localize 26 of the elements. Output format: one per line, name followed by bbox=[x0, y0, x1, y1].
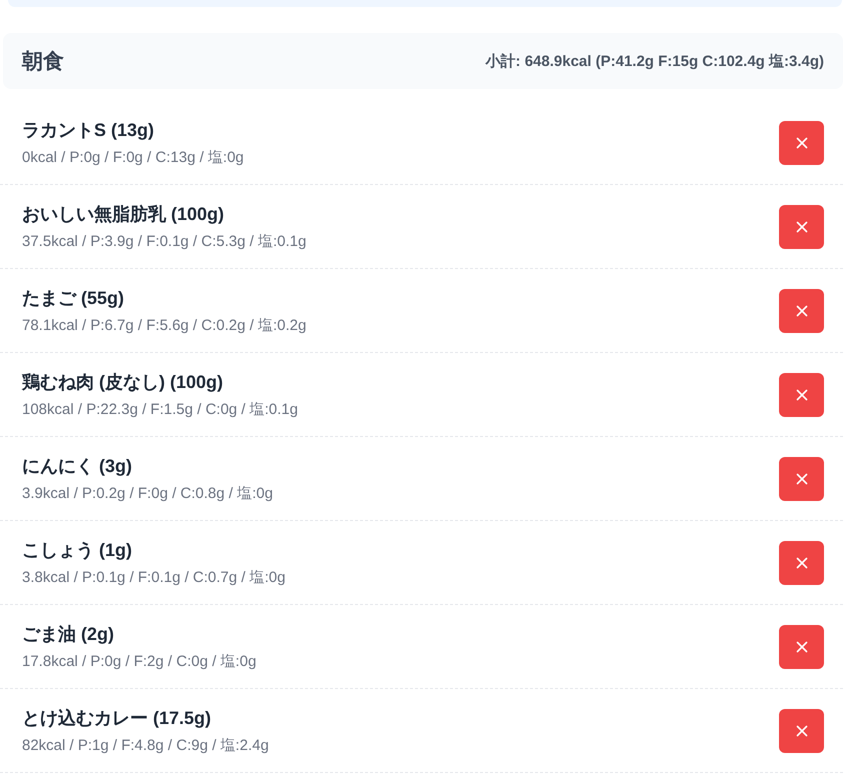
food-name: ごま油 (2g) bbox=[22, 622, 115, 646]
food-nutrition: 78.1kcal / P:6.7g / F:5.6g / C:0.2g / 塩:0.2g bbox=[22, 316, 306, 336]
food-name: とけ込むカレー (17.5g) bbox=[22, 706, 212, 730]
food-name: 鶏むね肉 (皮なし) (100g) bbox=[22, 370, 224, 394]
delete-button[interactable] bbox=[779, 120, 824, 164]
delete-button[interactable] bbox=[779, 624, 824, 668]
food-name: たまご (55g) bbox=[22, 286, 126, 310]
meal-subtotal: 小計: 648.9kcal (P:41.2g F:15g C:102.4g 塩:3.4g) bbox=[486, 52, 824, 70]
delete-button[interactable] bbox=[779, 372, 824, 416]
food-nutrition: 82kcal / P:1g / F:4.8g / C:9g / 塩:2.4g bbox=[22, 736, 269, 756]
delete-button[interactable] bbox=[779, 456, 824, 500]
food-nutrition: 3.8kcal / P:0.1g / F:0.1g / C:0.7g / 塩:0g bbox=[22, 568, 286, 588]
delete-button[interactable] bbox=[779, 708, 824, 752]
food-nutrition: 108kcal / P:22.3g / F:1.5g / C:0g / 塩:0.1g bbox=[22, 400, 298, 420]
food-nutrition: 0kcal / P:0g / F:0g / C:13g / 塩:0g bbox=[22, 148, 244, 168]
delete-button[interactable] bbox=[779, 540, 824, 584]
food-name: こしょう (1g) bbox=[22, 538, 133, 562]
food-nutrition: 37.5kcal / P:3.9g / F:0.1g / C:5.3g / 塩:0.1g bbox=[22, 232, 306, 252]
food-name: ラカントS (13g) bbox=[22, 118, 156, 142]
food-nutrition: 17.8kcal / P:0g / F:2g / C:0g / 塩:0g bbox=[22, 652, 256, 672]
food-nutrition: 3.9kcal / P:0.2g / F:0g / C:0.8g / 塩:0g bbox=[22, 484, 273, 504]
delete-button[interactable] bbox=[779, 288, 824, 332]
food-name: おいしい無脂肪乳 (100g) bbox=[22, 202, 226, 226]
delete-button[interactable] bbox=[779, 204, 824, 248]
meal-title: 朝食 bbox=[22, 49, 64, 75]
food-name: にんにく (3g) bbox=[22, 454, 133, 478]
